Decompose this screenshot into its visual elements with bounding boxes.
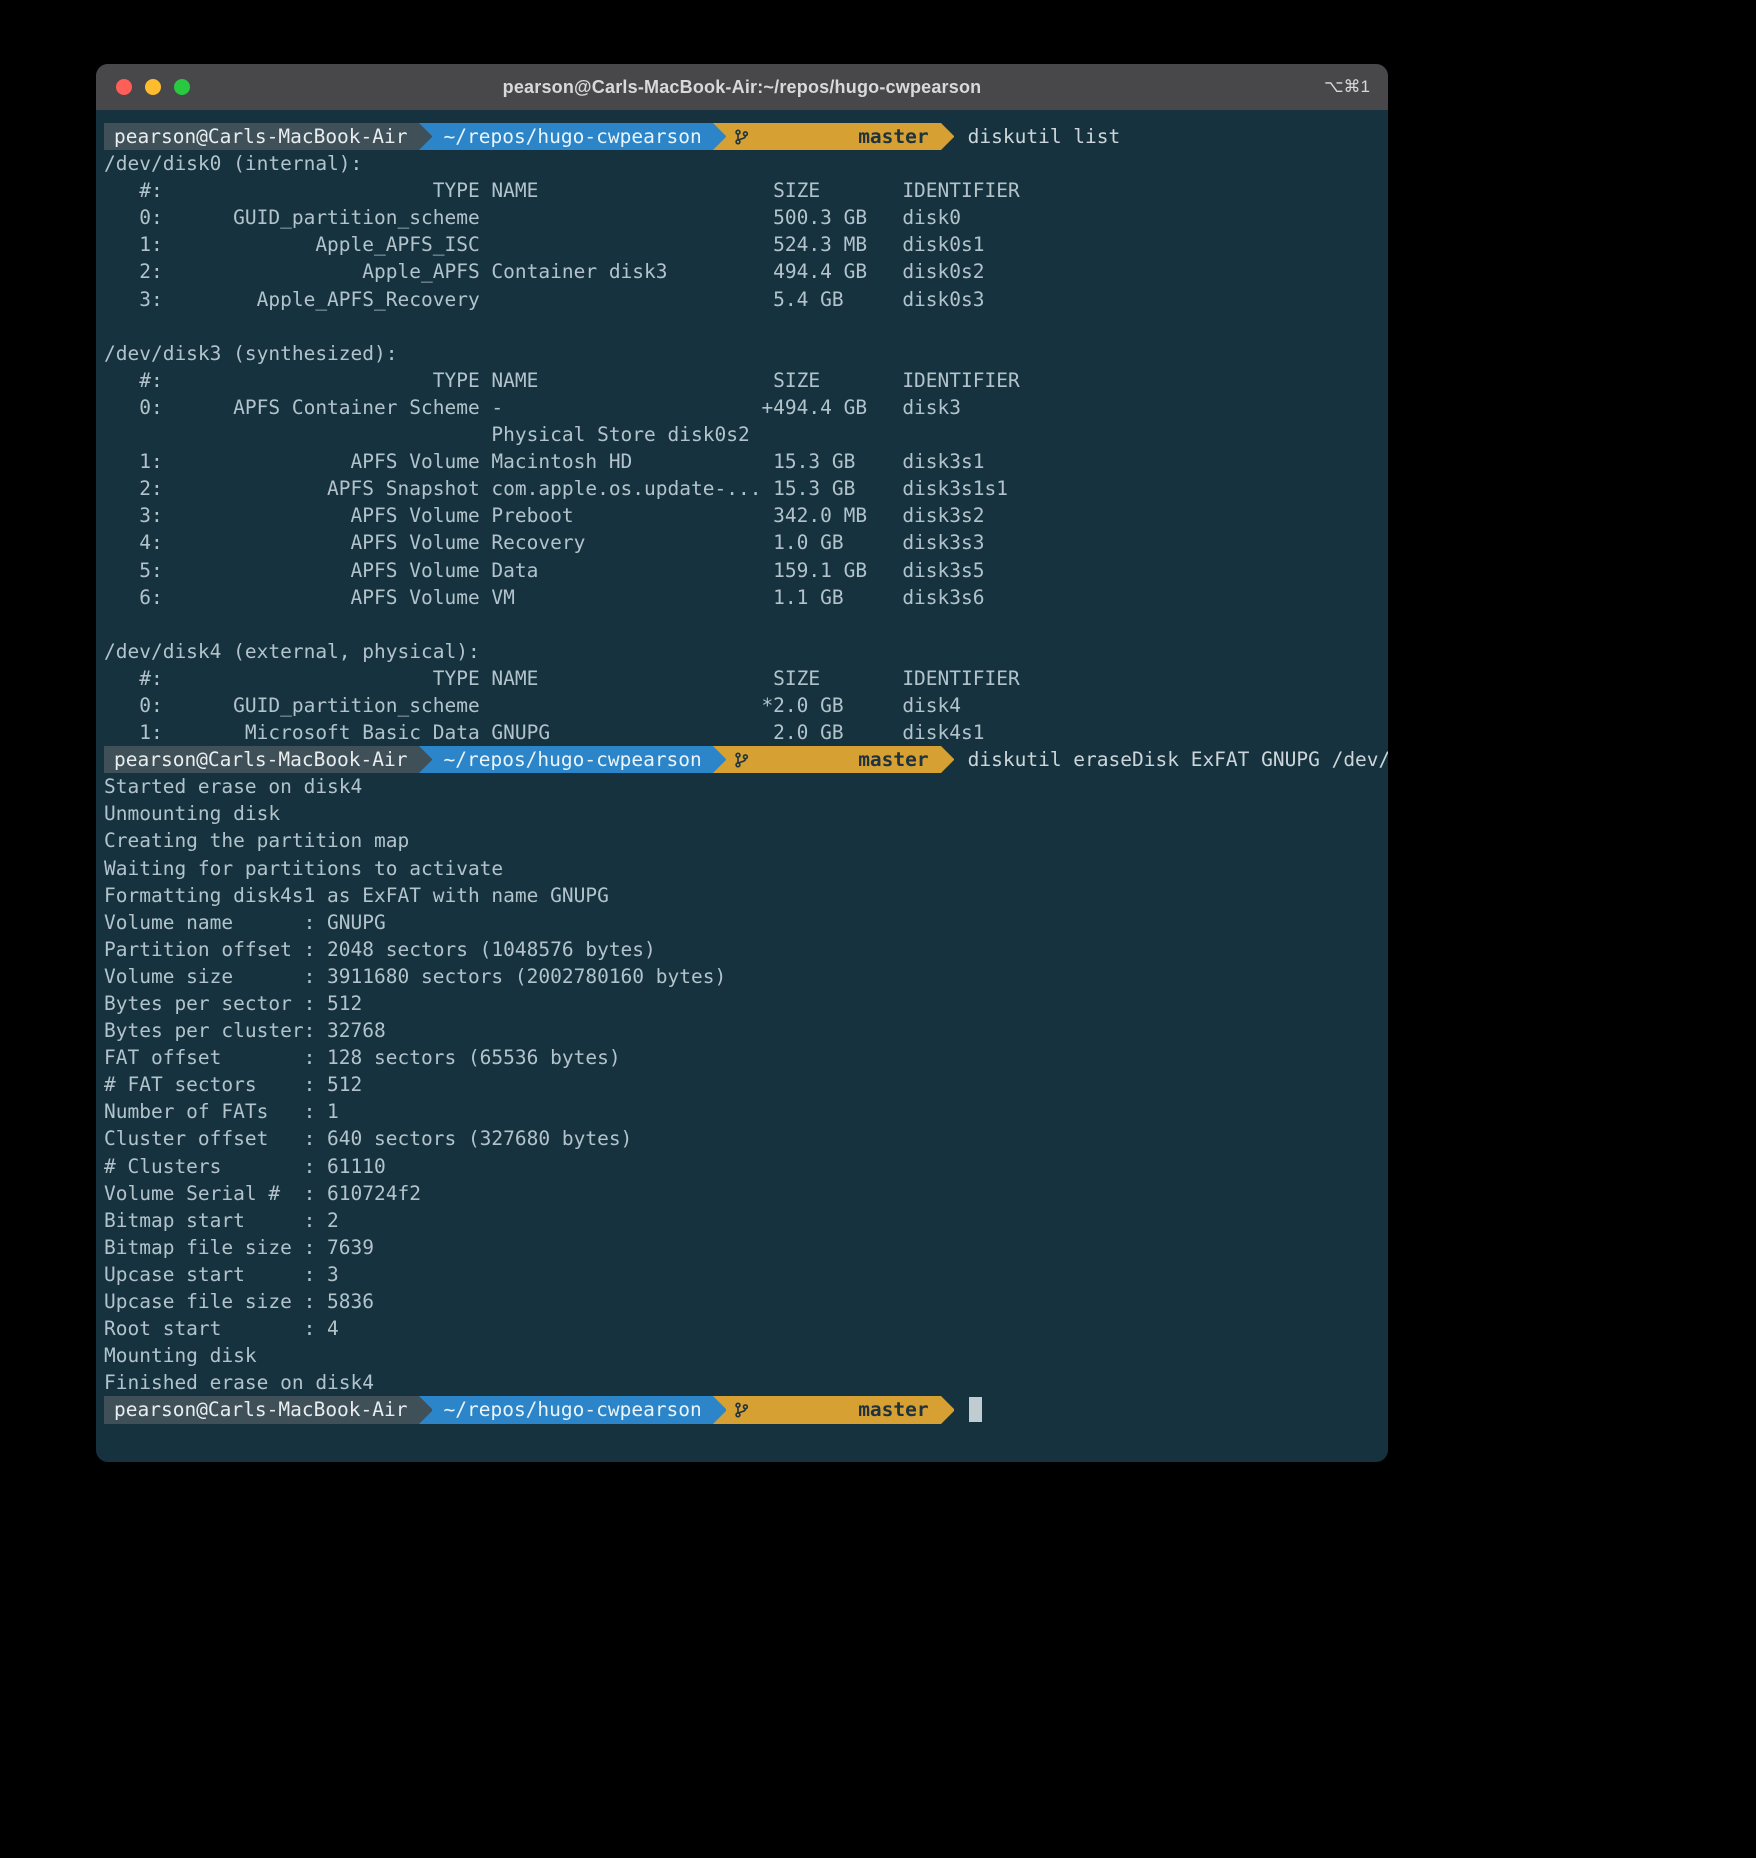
prompt-line-1: pearson@Carls-MacBook-Air ~/repos/hugo-c… [104, 123, 1380, 150]
command-text: diskutil list [968, 123, 1121, 150]
prompt-user-host: pearson@Carls-MacBook-Air [104, 746, 419, 773]
prompt-git-branch: master [858, 746, 928, 773]
powerline-arrow-icon [941, 746, 954, 773]
window-shortcut-badge: ⌥⌘1 [1324, 77, 1370, 97]
git-branch-icon [734, 1348, 851, 1462]
powerline-arrow-icon [941, 1396, 954, 1423]
terminal-cursor [969, 1397, 982, 1422]
diskutil-list-output: /dev/disk0 (internal): #: TYPE NAME SIZE… [104, 150, 1380, 746]
prompt-line-3: pearson@Carls-MacBook-Air ~/repos/hugo-c… [104, 1396, 1380, 1423]
powerline-arrow-icon [419, 123, 432, 150]
prompt-git-segment: master [726, 1396, 941, 1423]
titlebar[interactable]: pearson@Carls-MacBook-Air:~/repos/hugo-c… [96, 64, 1388, 110]
terminal-content[interactable]: pearson@Carls-MacBook-Air ~/repos/hugo-c… [96, 110, 1388, 1435]
prompt-user-host: pearson@Carls-MacBook-Air [104, 123, 419, 150]
window-title: pearson@Carls-MacBook-Air:~/repos/hugo-c… [96, 77, 1388, 98]
powerline-arrow-icon [713, 1396, 726, 1423]
prompt-line-2: pearson@Carls-MacBook-Air ~/repos/hugo-c… [104, 746, 1380, 773]
prompt-git-branch: master [858, 123, 928, 150]
prompt-cwd: ~/repos/hugo-cwpearson [432, 746, 713, 773]
powerline-arrow-icon [419, 746, 432, 773]
command-text: diskutil eraseDisk ExFAT GNUPG /dev/disk… [968, 746, 1388, 773]
terminal-window: pearson@Carls-MacBook-Air:~/repos/hugo-c… [96, 64, 1388, 1462]
prompt-git-segment: master [726, 123, 941, 150]
powerline-arrow-icon [419, 1396, 432, 1423]
prompt-git-branch: master [858, 1396, 928, 1423]
erase-disk-output: Started erase on disk4 Unmounting disk C… [104, 773, 1380, 1396]
powerline-arrow-icon [713, 746, 726, 773]
prompt-git-segment: master [726, 746, 941, 773]
powerline-arrow-icon [713, 123, 726, 150]
prompt-cwd: ~/repos/hugo-cwpearson [432, 123, 713, 150]
powerline-arrow-icon [941, 123, 954, 150]
prompt-user-host: pearson@Carls-MacBook-Air [104, 1396, 419, 1423]
prompt-cwd: ~/repos/hugo-cwpearson [432, 1396, 713, 1423]
git-branch-icon [734, 698, 851, 822]
